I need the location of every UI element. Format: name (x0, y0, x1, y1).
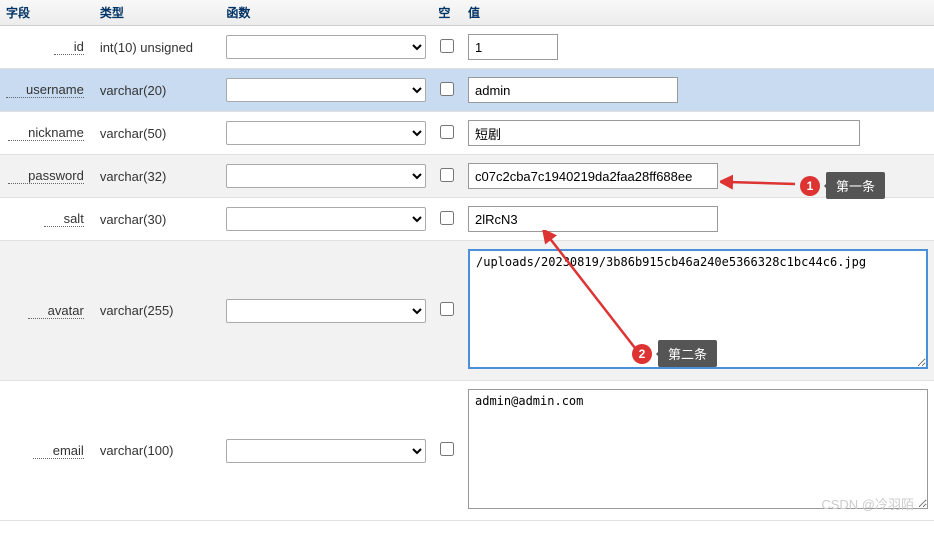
table-row: id int(10) unsigned (0, 26, 934, 69)
table-header-row: 字段 类型 函数 空 值 (0, 0, 934, 26)
field-type-label: varchar(30) (100, 212, 166, 227)
watermark-text: CSDN @冷羽陌 (821, 494, 914, 513)
value-textarea[interactable] (468, 389, 928, 509)
field-type-label: varchar(50) (100, 126, 166, 141)
value-input[interactable] (468, 206, 718, 232)
function-select[interactable] (226, 439, 426, 463)
value-input[interactable] (468, 120, 860, 146)
function-select[interactable] (226, 121, 426, 145)
value-input[interactable] (468, 34, 558, 60)
field-editor-table: 字段 类型 函数 空 值 id int(10) unsigned username v… (0, 0, 934, 521)
null-checkbox[interactable] (440, 39, 454, 53)
table-row: salt varchar(30) (0, 198, 934, 241)
null-checkbox[interactable] (440, 442, 454, 456)
table-row: password varchar(32) (0, 155, 934, 198)
function-select[interactable] (226, 35, 426, 59)
header-value: 值 (462, 0, 934, 26)
function-select[interactable] (226, 164, 426, 188)
annotation-badge-1: 1 (800, 176, 820, 196)
field-name-label: username (6, 82, 84, 98)
value-input[interactable] (468, 163, 718, 189)
header-null: 空 (432, 0, 462, 26)
field-name-label: salt (44, 211, 84, 227)
field-name-label: avatar (28, 303, 84, 319)
value-input[interactable] (468, 77, 678, 103)
function-select[interactable] (226, 78, 426, 102)
field-type-label: varchar(255) (100, 303, 174, 318)
null-checkbox[interactable] (440, 302, 454, 316)
null-checkbox[interactable] (440, 82, 454, 96)
table-row: email varchar(100) (0, 381, 934, 521)
field-name-label: email (33, 443, 84, 459)
field-type-label: varchar(32) (100, 169, 166, 184)
field-name-label: password (8, 168, 84, 184)
null-checkbox[interactable] (440, 125, 454, 139)
null-checkbox[interactable] (440, 211, 454, 225)
header-func: 函数 (220, 0, 432, 26)
function-select[interactable] (226, 299, 426, 323)
annotation-callout-2: 2 第二条 (632, 340, 717, 367)
field-name-label: id (54, 39, 84, 55)
null-checkbox[interactable] (440, 168, 454, 182)
table-row: avatar varchar(255) (0, 241, 934, 381)
table-row: nickname varchar(50) (0, 112, 934, 155)
annotation-callout-1: 1 第一条 (800, 172, 885, 199)
header-type: 类型 (94, 0, 221, 26)
annotation-badge-2: 2 (632, 344, 652, 364)
annotation-label-1: 第一条 (826, 172, 885, 199)
field-type-label: varchar(20) (100, 83, 166, 98)
field-type-label: int(10) unsigned (100, 40, 193, 55)
field-type-label: varchar(100) (100, 443, 174, 458)
annotation-label-2: 第二条 (658, 340, 717, 367)
function-select[interactable] (226, 207, 426, 231)
table-row: username varchar(20) (0, 69, 934, 112)
field-name-label: nickname (8, 125, 84, 141)
header-field: 字段 (0, 0, 94, 26)
